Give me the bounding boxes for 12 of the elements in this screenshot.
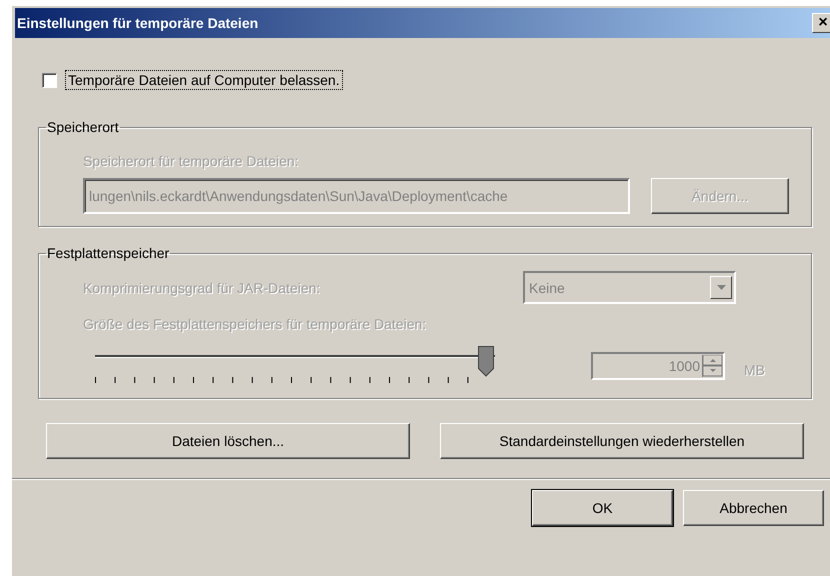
dialog-button[interactable]: Abbrechen xyxy=(683,490,824,526)
checkbox-label[interactable]: Temporäre Dateien auf Computer belassen. xyxy=(65,70,343,90)
spinner-arrows-icon xyxy=(702,355,723,377)
close-button[interactable]: × xyxy=(812,13,830,33)
window-title: Einstellungen für temporäre Dateien xyxy=(16,15,258,31)
group-title: Speicherort xyxy=(46,119,120,135)
size-slider[interactable] xyxy=(95,346,495,386)
action-button[interactable]: Dateien löschen... xyxy=(46,423,410,459)
action-button[interactable]: Standardeinstellungen wiederherstellen xyxy=(440,423,804,459)
group-title: Festplattenspeicher xyxy=(46,245,170,261)
dialog-button[interactable]: OK xyxy=(532,490,673,526)
checkbox[interactable] xyxy=(42,72,57,88)
